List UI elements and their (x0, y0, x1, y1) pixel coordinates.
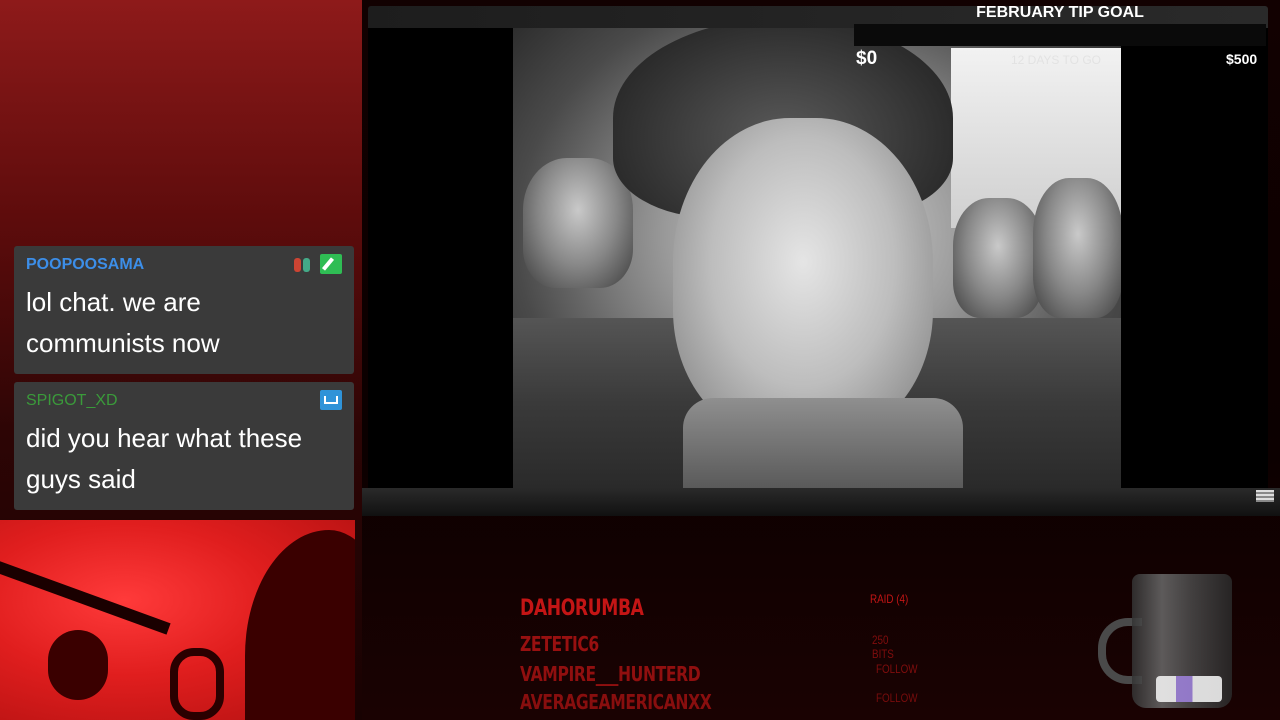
mic-mount (170, 648, 224, 720)
video-collar (683, 398, 963, 488)
chat-username[interactable]: POOPOOSAMA (26, 256, 144, 274)
chat-message: SPIGOT_XD did you hear what these guys s… (14, 382, 354, 510)
recent-events-panel: DAHORUMBA RAID (4) ZETETIC6 250 BITS VAM… (520, 592, 920, 720)
event-type: FOLLOW (876, 662, 918, 676)
video-soldier-far-right (1033, 178, 1121, 318)
tip-goal-days-left: 12 DAYS TO GO (1010, 53, 1102, 67)
event-type: FOLLOW (876, 691, 918, 705)
latest-event-type: RAID (4) (870, 592, 909, 606)
event-name: VAMPIRE___HUNTERD (520, 662, 701, 686)
crown-badge-icon (320, 390, 342, 410)
chat-message-text: lol chat. we are communists now (26, 287, 220, 358)
video-player[interactable] (513, 28, 1121, 488)
event-type: 250 BITS (872, 633, 894, 661)
tip-goal-current: $0 (856, 48, 878, 69)
video-bottom-bar (362, 488, 1280, 516)
video-face (673, 118, 933, 438)
microphone-icon (48, 630, 108, 700)
streamer-silhouette (245, 530, 355, 720)
chat-message-text: did you hear what these guys said (26, 423, 303, 494)
webcam-feed (0, 520, 355, 720)
event-name: AVERAGEAMERICANXX (520, 690, 712, 714)
tip-goal-target: $500 (1226, 51, 1258, 67)
mic-arm (0, 558, 171, 635)
video-soldier-right (953, 198, 1043, 318)
video-soldier-left (523, 158, 633, 288)
chat-username[interactable]: SPIGOT_XD (26, 392, 118, 410)
chat-message: POOPOOSAMA lol chat. we are communists n… (14, 246, 354, 374)
tip-goal-progress-track (854, 24, 1266, 46)
event-name: ZETETIC6 (520, 632, 599, 656)
dice-icon (1156, 676, 1222, 702)
flag-icon (1256, 490, 1274, 502)
latest-event-name: DAHORUMBA (520, 596, 644, 621)
sword-badge-icon (320, 254, 342, 274)
tip-goal-title: FEBRUARY TIP GOAL (976, 4, 1144, 21)
bits-badge-icon (292, 256, 314, 274)
